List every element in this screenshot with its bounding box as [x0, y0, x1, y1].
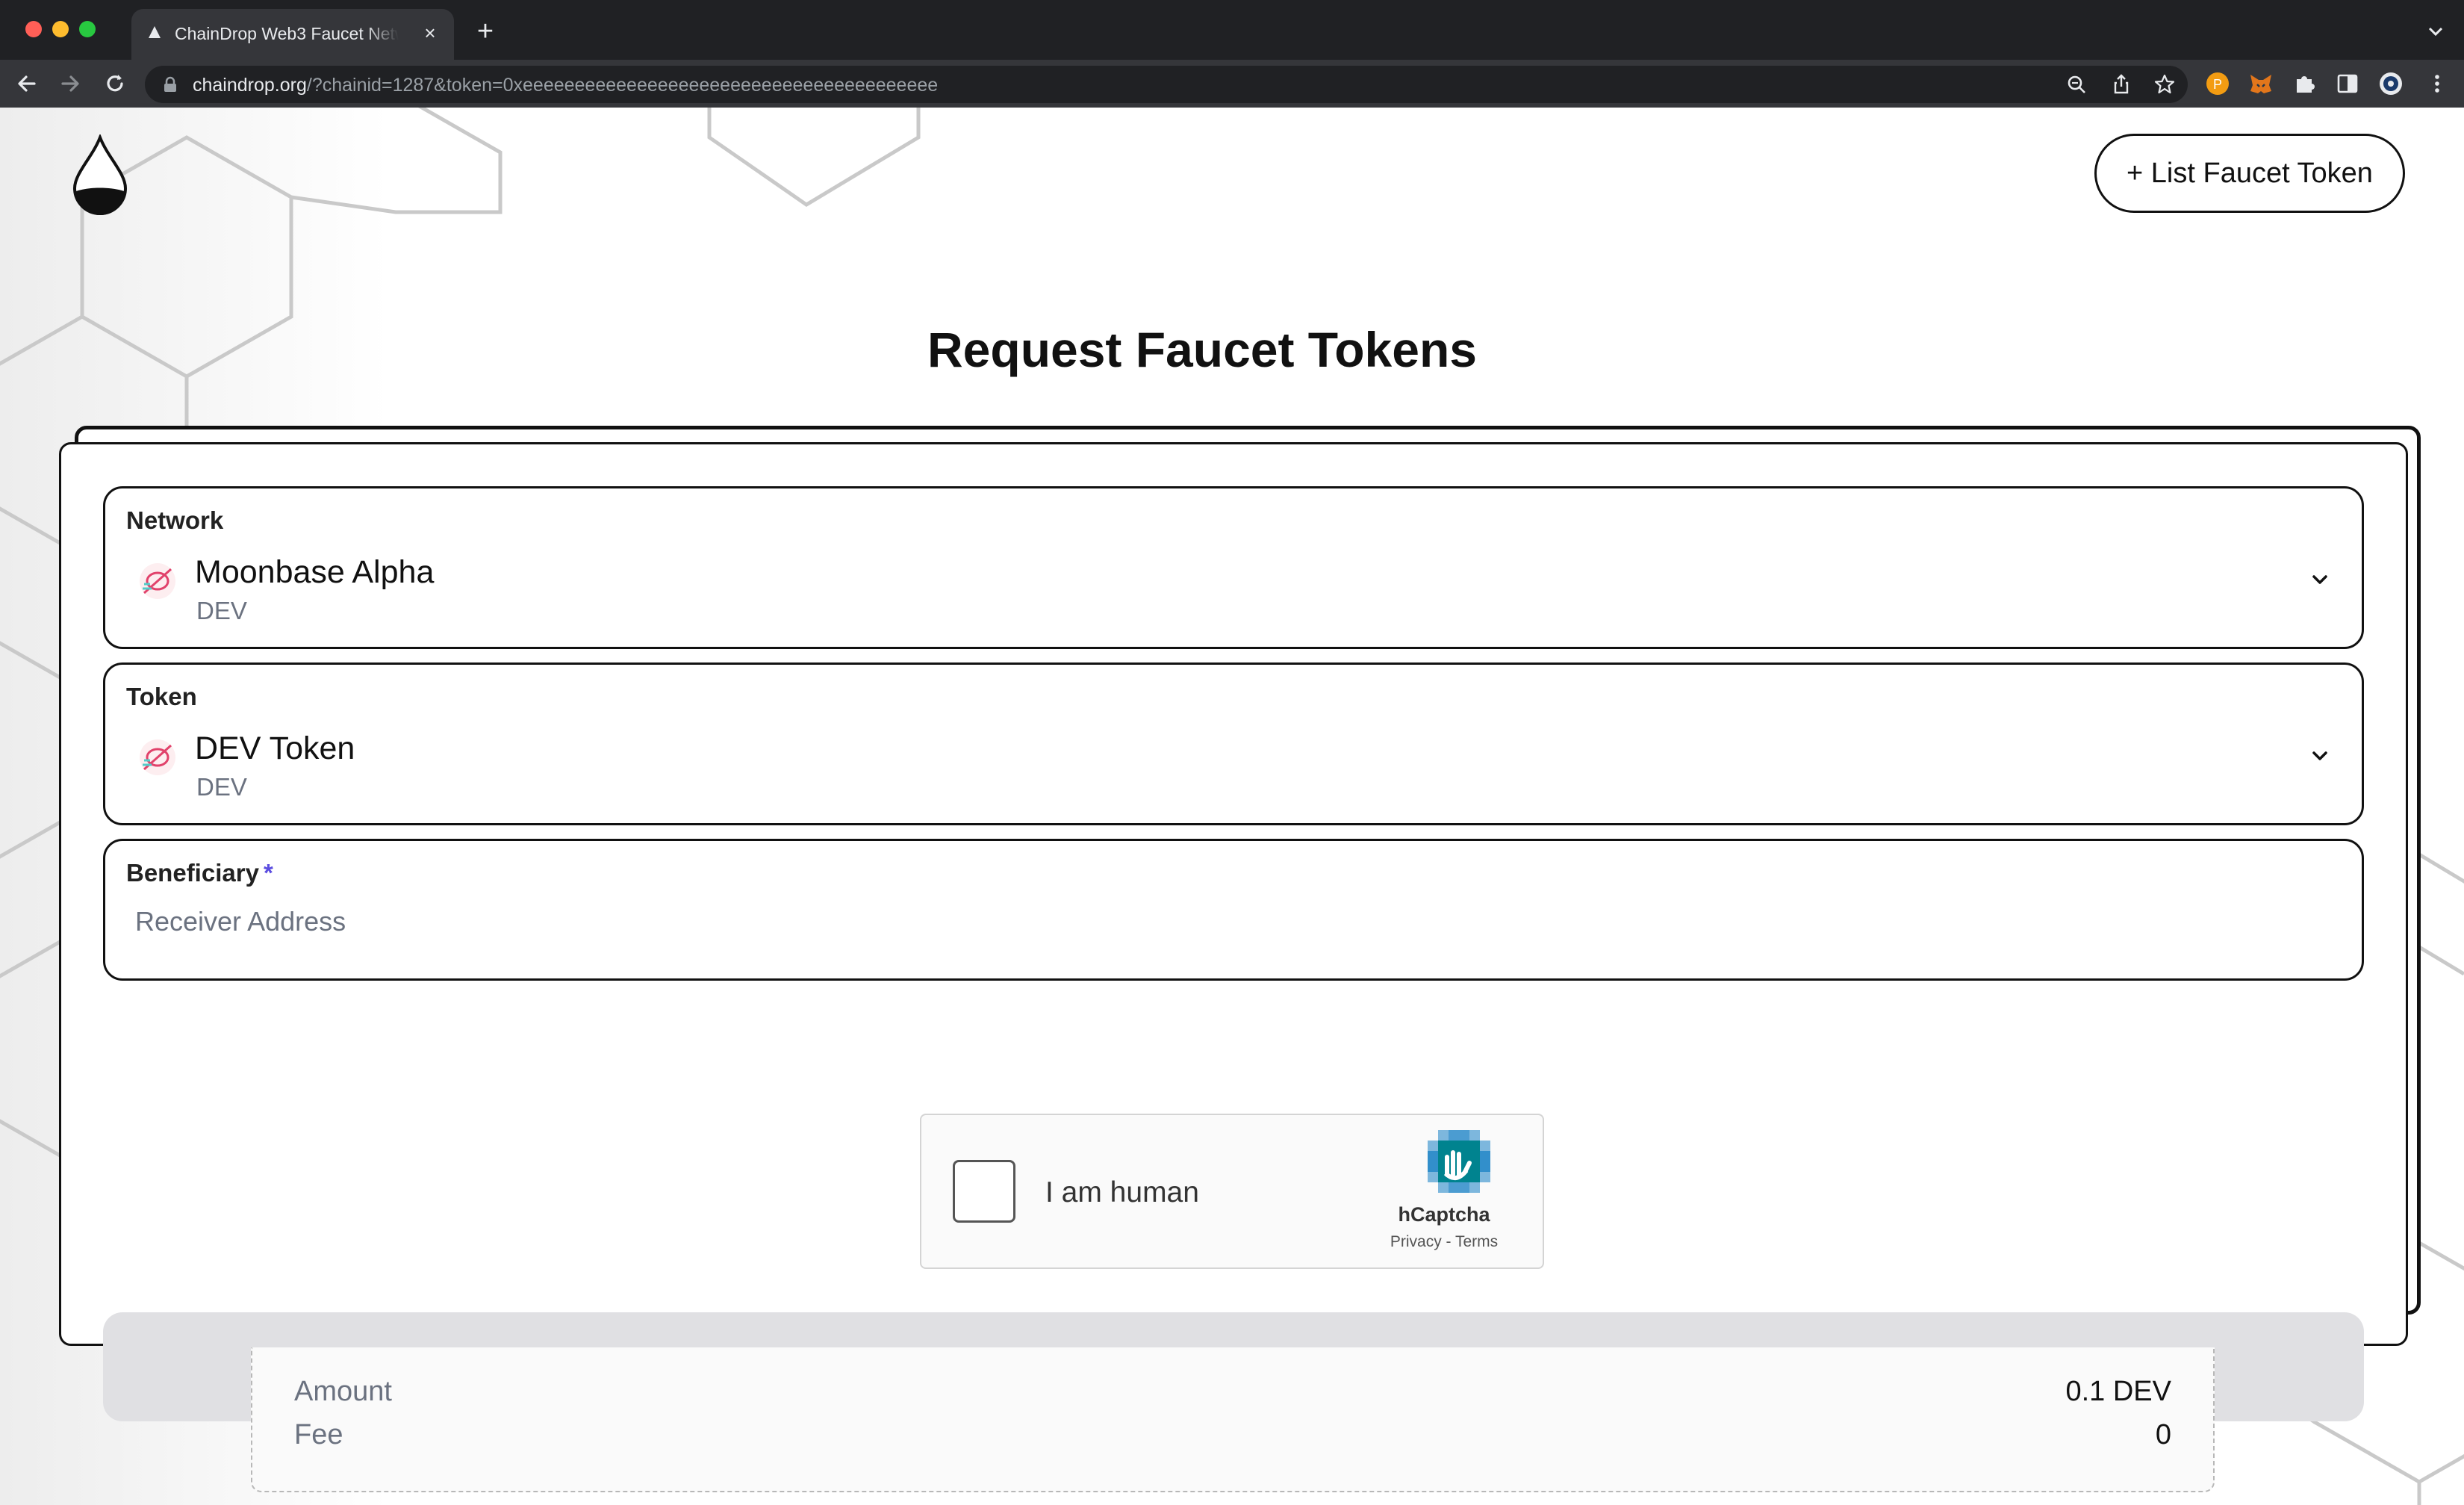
close-icon[interactable]: ×: [418, 21, 442, 45]
forward-arrow-icon[interactable]: [57, 70, 84, 97]
bookmark-star-icon[interactable]: [2153, 73, 2176, 96]
page-title: Request Faucet Tokens: [927, 322, 1477, 377]
network-select[interactable]: Network Moonbase Alpha DEV: [103, 486, 2364, 649]
fee-value: 0: [2155, 1419, 2171, 1450]
profile-icon[interactable]: [2377, 70, 2404, 97]
token-label: Token: [126, 683, 197, 710]
address-bar[interactable]: chaindrop.org/?chainid=1287&token=0xeeee…: [145, 66, 2188, 103]
list-faucet-token-button[interactable]: + List Faucet Token: [2094, 134, 2405, 213]
amount-label: Amount: [294, 1376, 392, 1407]
chevron-down-icon[interactable]: [2425, 21, 2446, 42]
amount-value: 0.1 DEV: [2065, 1376, 2171, 1407]
svg-text:P: P: [2213, 77, 2222, 92]
plus-icon[interactable]: +: [470, 16, 500, 46]
hcaptcha-widget: I am human hCaptcha Privacy - Terms: [920, 1114, 1544, 1269]
hcaptcha-logo-icon: [1428, 1130, 1490, 1193]
required-asterisk: *: [263, 859, 273, 887]
tab-title: ChainDrop Web3 Faucet Network: [175, 24, 399, 43]
beneficiary-label: Beneficiary *: [126, 859, 273, 887]
faucet-request-form: Network Moonbase Alpha DEV Token DEV Tok…: [59, 442, 2408, 1421]
back-arrow-icon[interactable]: [13, 70, 40, 97]
fee-label: Fee: [294, 1419, 343, 1450]
droplet-favicon-icon: [149, 26, 161, 38]
token-symbol: DEV: [196, 773, 247, 801]
captcha-privacy-terms-links[interactable]: Privacy - Terms: [1362, 1233, 1526, 1251]
token-value: DEV Token: [195, 730, 355, 766]
browser-tab-bar: ChainDrop Web3 Faucet Network × +: [0, 0, 2464, 60]
network-value: Moonbase Alpha: [195, 554, 435, 590]
hcaptcha-brand: hCaptcha: [1398, 1203, 1490, 1226]
page-viewport: + List Faucet Token Request Faucet Token…: [0, 108, 2464, 1505]
close-window-button[interactable]: [25, 21, 42, 37]
moonbeam-icon: [140, 739, 175, 775]
chevron-down-icon[interactable]: [2308, 744, 2332, 768]
extensions-icon[interactable]: [2291, 70, 2318, 97]
captcha-checkbox[interactable]: [953, 1160, 1015, 1223]
network-label: Network: [126, 506, 224, 534]
network-symbol: DEV: [196, 597, 247, 624]
lock-icon: [164, 76, 176, 92]
minimize-window-button[interactable]: [52, 21, 69, 37]
moonbeam-icon: [140, 563, 175, 599]
token-select[interactable]: Token DEV Token DEV: [103, 662, 2364, 825]
metamask-fox-icon[interactable]: [2247, 70, 2274, 97]
zoom-icon[interactable]: [2065, 73, 2088, 96]
receiver-address-input[interactable]: [126, 901, 2292, 943]
chevron-down-icon[interactable]: [2308, 568, 2332, 592]
browser-tab-active[interactable]: ChainDrop Web3 Faucet Network ×: [131, 9, 454, 60]
share-icon[interactable]: [2110, 73, 2132, 96]
side-panel-icon[interactable]: [2334, 70, 2361, 97]
browser-toolbar: chaindrop.org/?chainid=1287&token=0xeeee…: [0, 60, 2464, 108]
droplet-logo-icon[interactable]: [70, 134, 130, 217]
beneficiary-field: Beneficiary *: [103, 839, 2364, 981]
url-text: chaindrop.org/?chainid=1287&token=0xeeee…: [193, 75, 939, 96]
extension-coin-icon[interactable]: P: [2204, 70, 2231, 97]
maximize-window-button[interactable]: [79, 21, 96, 37]
amount-fee-summary: Amount 0.1 DEV Fee 0: [251, 1347, 2215, 1492]
reload-icon[interactable]: [102, 70, 128, 97]
captcha-label: I am human: [1045, 1176, 1199, 1208]
kebab-menu-icon[interactable]: [2424, 70, 2451, 97]
